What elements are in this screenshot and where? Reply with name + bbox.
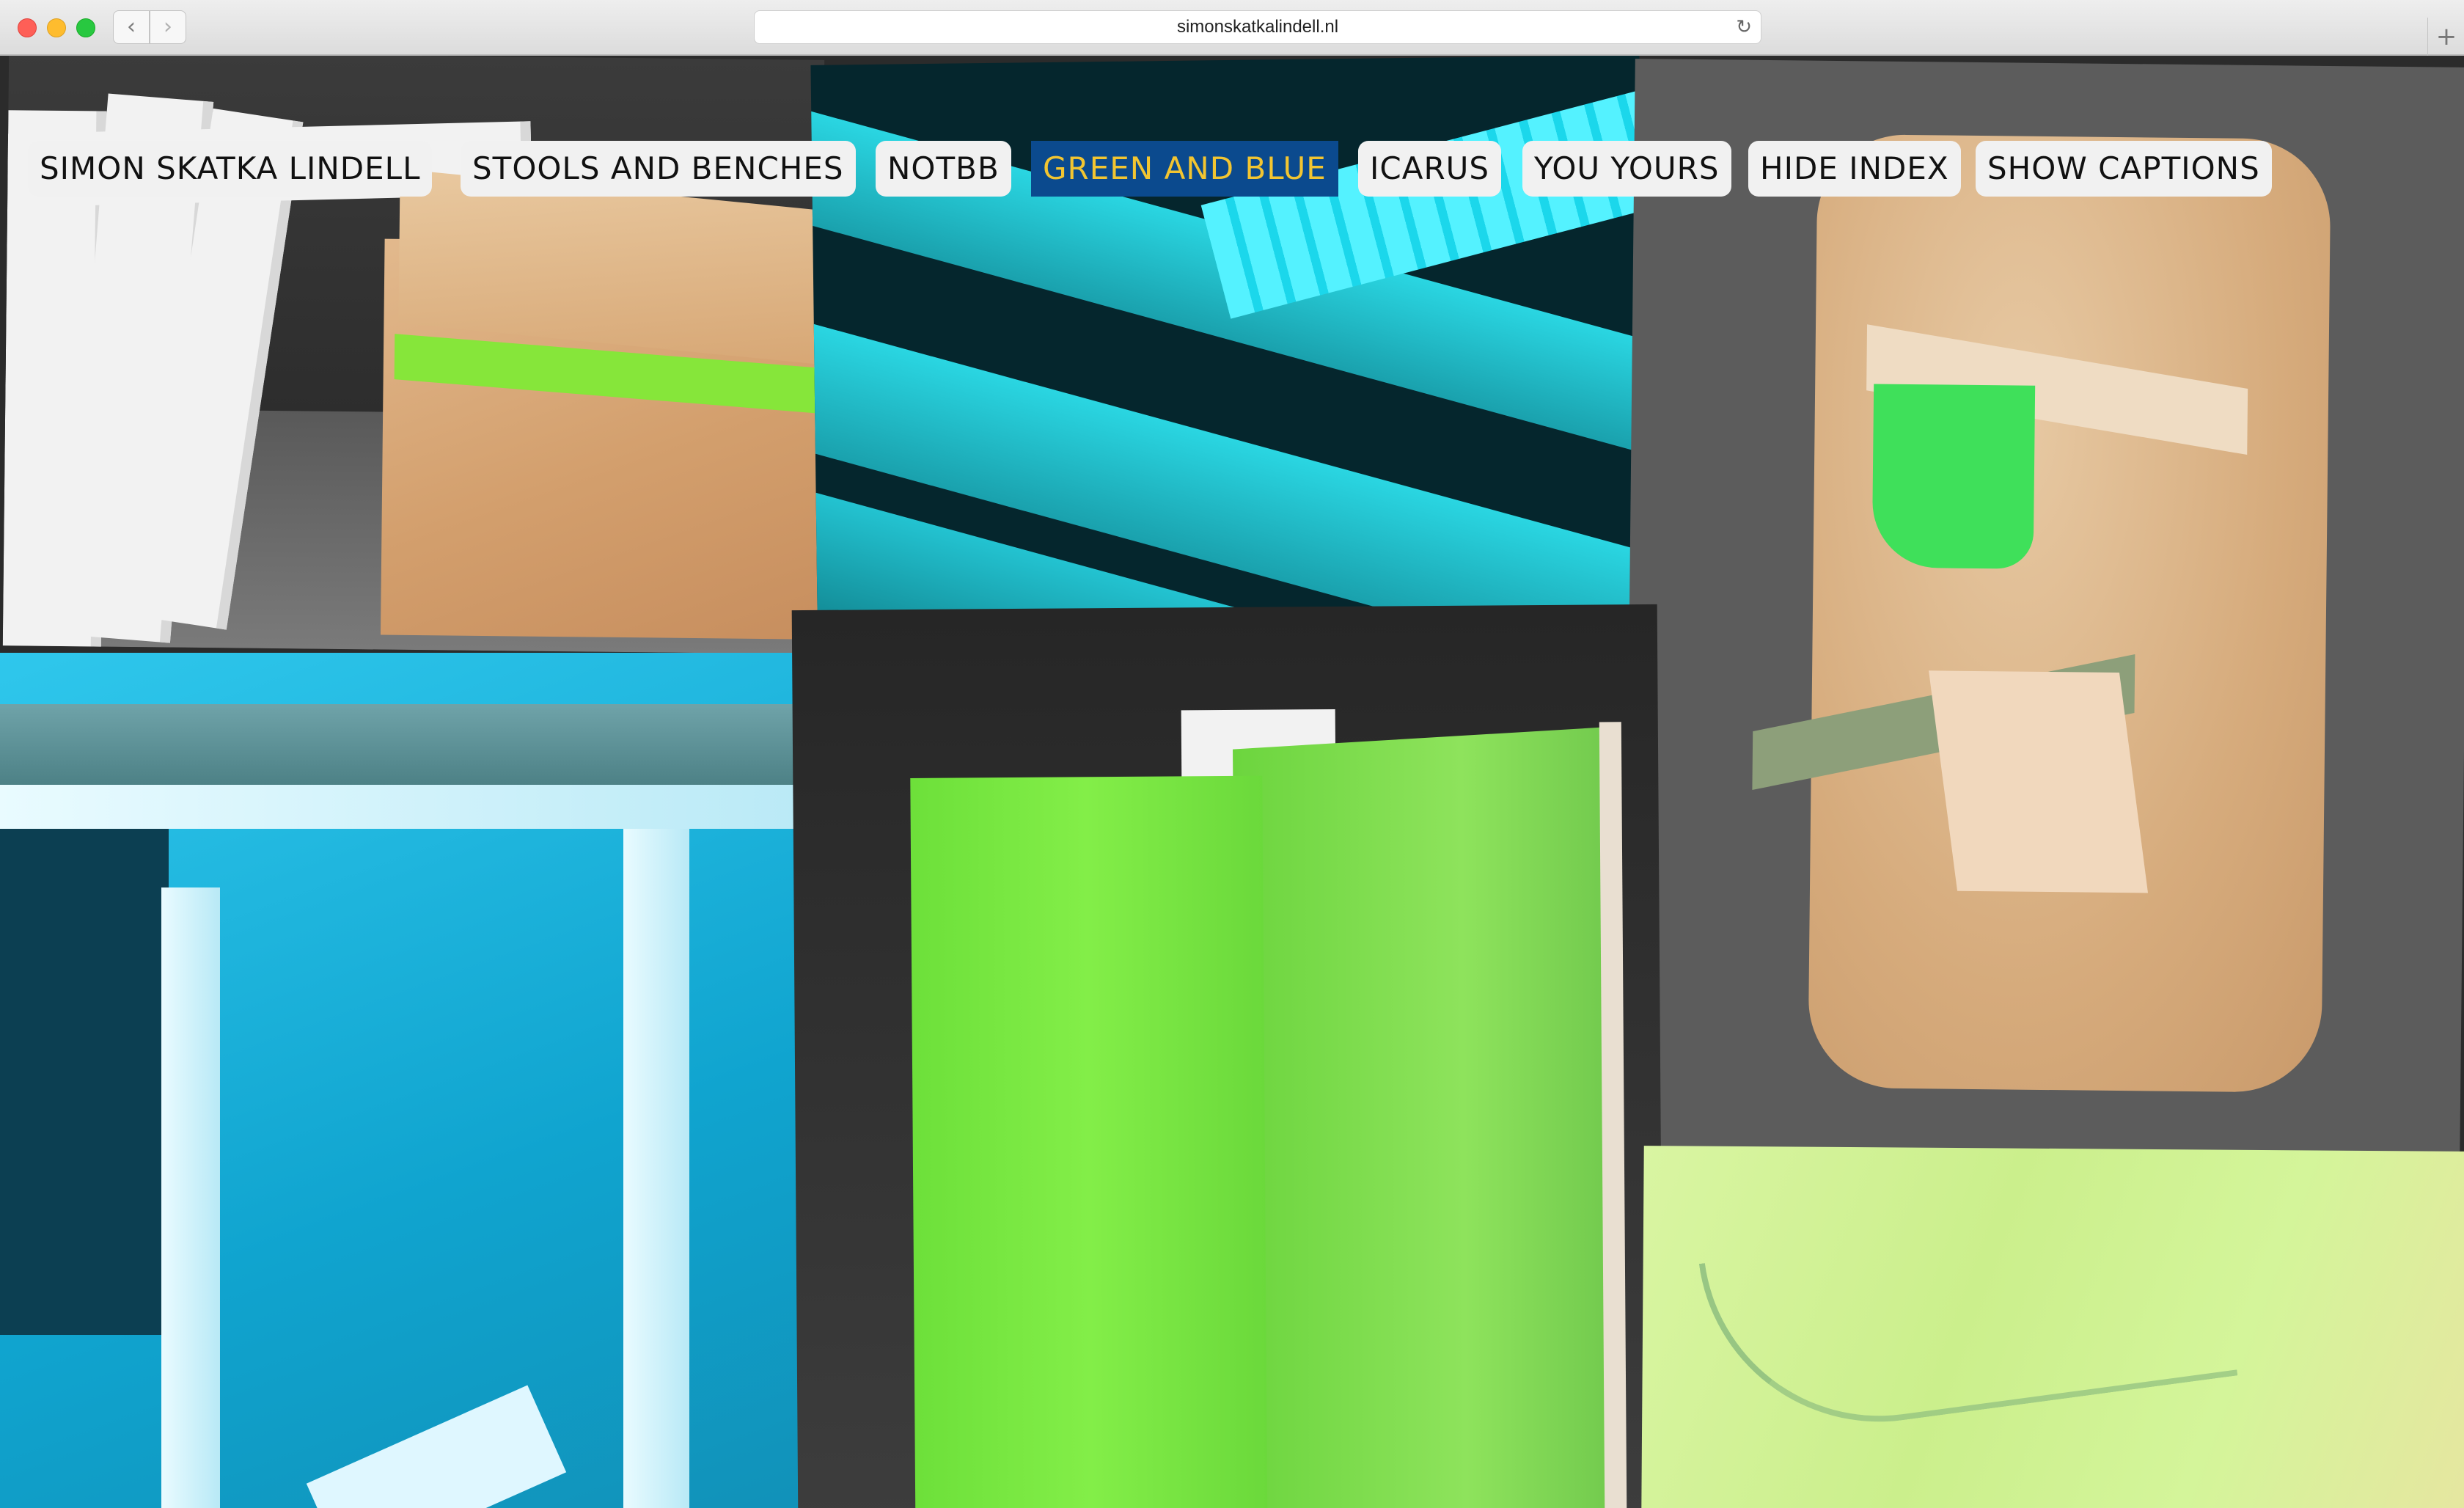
browser-toolbar: ‹ › simonskatkalindell.nl ↻ +: [0, 0, 2464, 56]
close-window-button[interactable]: [18, 18, 37, 37]
reload-icon[interactable]: ↻: [1736, 11, 1752, 43]
nav-icarus[interactable]: ICARUS: [1358, 141, 1502, 197]
nav-green-and-blue[interactable]: GREEN AND BLUE: [1031, 141, 1338, 197]
nav-you-yours[interactable]: YOU YOURS: [1522, 141, 1731, 197]
nav-notbb[interactable]: NOTBB: [876, 141, 1011, 197]
url-text: simonskatkalindell.nl: [1176, 17, 1339, 37]
photo-cyan-pergola-room[interactable]: [0, 653, 833, 1508]
chevron-right-icon: ›: [164, 14, 172, 40]
photo-green-paper-backdrop[interactable]: [791, 604, 1664, 1508]
nav-stools-and-benches[interactable]: STOOLS AND BENCHES: [461, 141, 856, 197]
hide-index-button[interactable]: HIDE INDEX: [1748, 141, 1961, 197]
photo-plywood-shelf-wall[interactable]: [1624, 59, 2464, 1160]
page-content: SIMON SKATKA LINDELL STOOLS AND BENCHES …: [0, 56, 2464, 1508]
plus-icon: +: [2435, 22, 2457, 51]
address-bar[interactable]: simonskatkalindell.nl ↻: [754, 10, 1761, 44]
forward-button[interactable]: ›: [150, 10, 186, 44]
photo-pale-green-blur[interactable]: [1641, 1146, 2464, 1508]
photo-blue-light-beams[interactable]: [810, 56, 1646, 615]
zoom-window-button[interactable]: [76, 18, 95, 37]
new-tab-button[interactable]: +: [2427, 18, 2464, 56]
show-captions-button[interactable]: SHOW CAPTIONS: [1976, 141, 2272, 197]
chevron-left-icon: ‹: [127, 14, 136, 40]
back-button[interactable]: ‹: [113, 10, 150, 44]
nav-simon-skatka-lindell[interactable]: SIMON SKATKA LINDELL: [28, 141, 433, 197]
minimize-window-button[interactable]: [47, 18, 66, 37]
